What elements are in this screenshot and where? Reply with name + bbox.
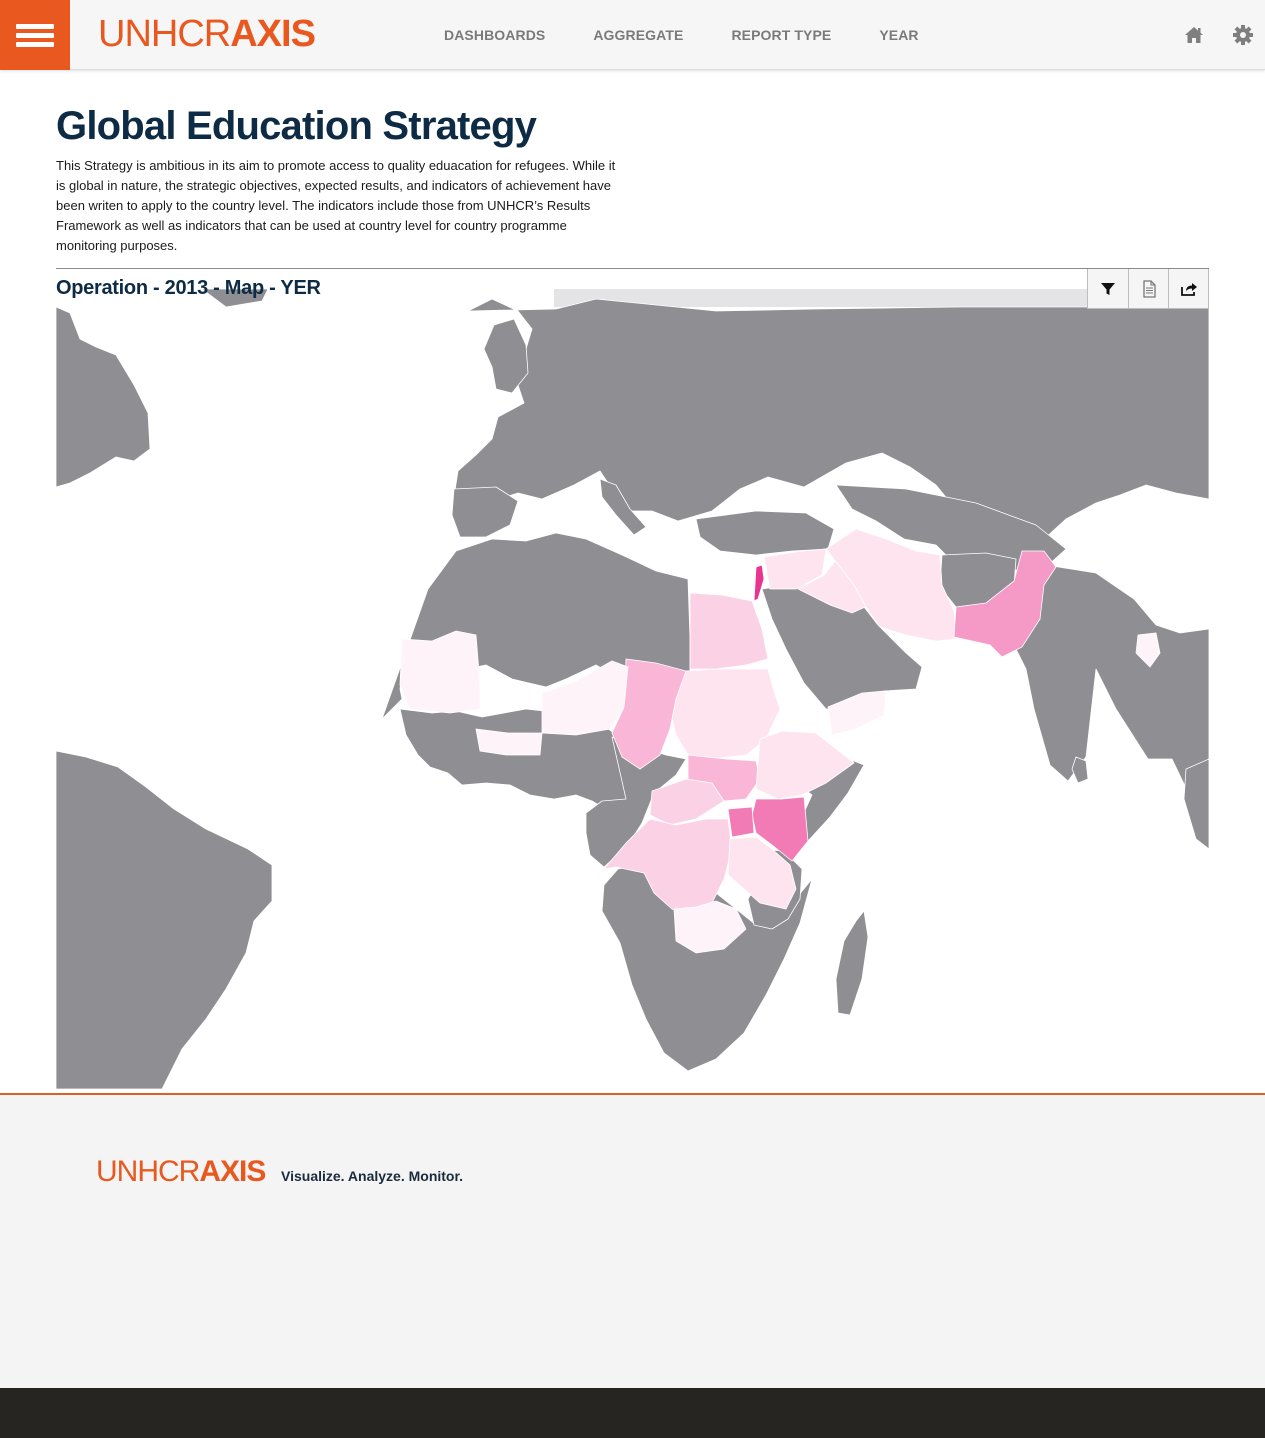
panel-toolbar [1087, 269, 1209, 309]
top-navigation-bar: UNHCRAXIS DASHBOARDS AGGREGATE REPORT TY… [0, 0, 1265, 70]
brand-logo[interactable]: UNHCRAXIS [98, 13, 316, 55]
export-document-button[interactable] [1128, 269, 1168, 308]
filter-icon [1101, 282, 1115, 295]
main-nav: DASHBOARDS AGGREGATE REPORT TYPE YEAR [420, 0, 943, 70]
region-mali[interactable]: Mali [475, 728, 543, 756]
nav-report-type[interactable]: REPORT TYPE [731, 27, 831, 43]
nav-dashboards[interactable]: DASHBOARDS [444, 27, 545, 43]
document-icon [1142, 279, 1156, 298]
page-header: Global Education Strategy This Strategy … [56, 100, 1209, 256]
settings-gear-icon[interactable] [1232, 24, 1254, 46]
share-button[interactable] [1168, 269, 1208, 308]
page-title: Global Education Strategy [56, 104, 537, 148]
panel-title: Operation - 2013 - Map - YER [56, 277, 321, 299]
region-turkey[interactable] [695, 510, 835, 556]
map-panel: Operation - 2013 - Map - YER [56, 268, 1209, 1090]
map-canvas: Lebanon Syria Iraq Iran Pakistan Egypt S… [56, 289, 1209, 1089]
hamburger-menu-icon[interactable] [0, 0, 70, 70]
home-icon[interactable] [1183, 24, 1205, 46]
bottom-bar [0, 1388, 1265, 1438]
region-uganda[interactable]: Kenya [727, 806, 755, 838]
choropleth-map[interactable]: Lebanon Syria Iraq Iran Pakistan Egypt S… [56, 289, 1209, 1089]
footer-logo[interactable]: UNHCRAXIS [96, 1155, 266, 1189]
region-mauritania[interactable]: Mauritania [399, 630, 481, 714]
nav-aggregate[interactable]: AGGREGATE [593, 27, 683, 43]
footer-logo-bold: AXIS [199, 1155, 266, 1188]
share-icon [1180, 282, 1197, 296]
page-description: This Strategy is ambitious in its aim to… [56, 158, 616, 253]
filter-button[interactable] [1088, 269, 1128, 308]
footer: UNHCRAXIS Visualize. Analyze. Monitor. [0, 1095, 1265, 1388]
footer-logo-light: UNHCR [96, 1155, 200, 1188]
brand-logo-light: UNHCR [98, 13, 231, 55]
nav-year[interactable]: YEAR [879, 27, 918, 43]
footer-tagline: Visualize. Analyze. Monitor. [281, 1168, 464, 1184]
brand-logo-bold: AXIS [230, 13, 316, 55]
